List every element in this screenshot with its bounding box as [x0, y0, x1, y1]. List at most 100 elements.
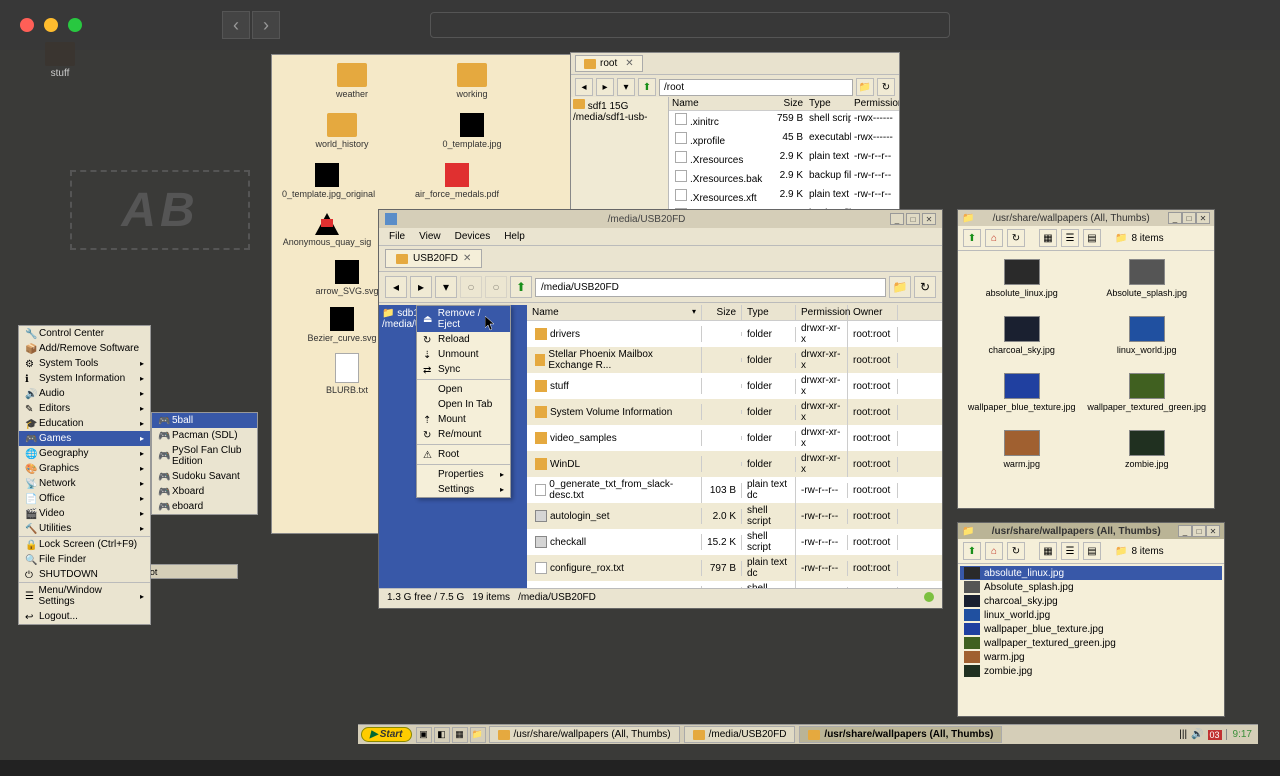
history-button[interactable]: ▾: [617, 78, 635, 96]
file-row[interactable]: .Xresources.xft2.9 Kplain text c-rw-r--r…: [669, 187, 899, 206]
go-button[interactable]: 📁: [889, 276, 911, 298]
maximize-window-button[interactable]: [68, 18, 82, 32]
folder-item[interactable]: air_force_medals.pdf: [412, 163, 502, 199]
context-item[interactable]: ↻Reload: [417, 332, 510, 347]
col-permission[interactable]: Permission: [796, 305, 848, 320]
file-row[interactable]: configure_rox.txt797 Bplain text dc-rw-r…: [527, 555, 942, 581]
context-item[interactable]: ⚠Root: [417, 447, 510, 462]
menu-item[interactable]: 🎮Games▸: [19, 431, 150, 446]
tab-usb20fd[interactable]: USB20FD ✕: [385, 249, 482, 268]
home-button[interactable]: ⌂: [985, 542, 1003, 560]
context-item[interactable]: ⇡Mount: [417, 412, 510, 427]
maximize-button[interactable]: □: [1182, 212, 1196, 224]
submenu-item[interactable]: 🎮Sudoku Savant: [152, 469, 257, 484]
taskbar-task[interactable]: /media/USB20FD: [684, 726, 796, 743]
menu-devices[interactable]: Devices: [455, 231, 491, 242]
tray-icon-volume[interactable]: 🔊: [1191, 729, 1203, 740]
list-item[interactable]: linux_world.jpg: [960, 608, 1222, 622]
title-bar[interactable]: 📁 /usr/share/wallpapers (All, Thumbs) _ …: [958, 210, 1214, 226]
context-item[interactable]: Open In Tab: [417, 397, 510, 412]
submenu-item[interactable]: 🎮Xboard: [152, 484, 257, 499]
maximize-button[interactable]: □: [1192, 525, 1206, 537]
forward-button[interactable]: ▸: [410, 276, 432, 298]
view-3-button[interactable]: ▤: [1083, 229, 1101, 247]
tab-close-icon[interactable]: ✕: [463, 253, 471, 264]
thumbnail-item[interactable]: wallpaper_textured_green.jpg: [1087, 373, 1206, 412]
col-type[interactable]: Type: [806, 97, 851, 110]
submenu-item[interactable]: 🎮eboard: [152, 499, 257, 514]
thumbnail-item[interactable]: wallpaper_blue_texture.jpg: [966, 373, 1077, 412]
menu-view[interactable]: View: [419, 231, 441, 242]
home-button[interactable]: ⌂: [985, 229, 1003, 247]
col-size[interactable]: Size: [774, 97, 806, 110]
quicklaunch-3[interactable]: ▦: [452, 727, 468, 743]
menu-item[interactable]: 🎓Education▸: [19, 416, 150, 431]
column-headers[interactable]: Name Size Type Permission: [669, 97, 899, 111]
col-permission[interactable]: Permission: [851, 97, 899, 110]
menu-item[interactable]: 📡Network▸: [19, 476, 150, 491]
quicklaunch-files[interactable]: 📁: [470, 727, 486, 743]
file-row[interactable]: checkall15.2 Kshell script-rw-r--r--root…: [527, 529, 942, 555]
view-2-button[interactable]: ☰: [1061, 542, 1079, 560]
up-button[interactable]: ⬆: [638, 78, 656, 96]
list-item[interactable]: zombie.jpg: [960, 664, 1222, 678]
menu-item[interactable]: ↩Logout...: [19, 609, 150, 624]
menu-item[interactable]: ✎Editors▸: [19, 401, 150, 416]
refresh-button[interactable]: ↻: [914, 276, 936, 298]
forward-button[interactable]: ▸: [596, 78, 614, 96]
clock[interactable]: 9:17: [1226, 729, 1252, 740]
folder-item[interactable]: world_history: [297, 113, 387, 149]
taskbar-task[interactable]: /usr/share/wallpapers (All, Thumbs): [799, 726, 1002, 743]
menu-item[interactable]: 🔊Audio▸: [19, 386, 150, 401]
menu-item[interactable]: ⚙System Tools▸: [19, 356, 150, 371]
file-row[interactable]: driversfolderdrwxr-xr-xroot:root: [527, 321, 942, 347]
refresh-button[interactable]: ↻: [877, 78, 895, 96]
context-item[interactable]: Settings▸: [417, 482, 510, 497]
menu-item[interactable]: 📦Add/Remove Software: [19, 341, 150, 356]
context-item[interactable]: ↻Re/mount: [417, 427, 510, 442]
start-button[interactable]: ▶Start: [361, 727, 412, 742]
file-row[interactable]: .xprofile45 Bexecutable-rwx------: [669, 130, 899, 149]
up-button[interactable]: ⬆: [963, 542, 981, 560]
col-size[interactable]: Size: [702, 305, 742, 320]
tab-close-icon[interactable]: ✕: [625, 58, 633, 69]
file-row[interactable]: DESKTOP_UPDATER97 Bshell script-rw-r--r-…: [527, 581, 942, 588]
file-row[interactable]: 0_generate_txt_from_slack-desc.txt103 Bp…: [527, 477, 942, 503]
context-item[interactable]: ⇣Unmount: [417, 347, 510, 362]
folder-item[interactable]: 0_template.jpg: [427, 113, 517, 149]
back-button[interactable]: ◂: [575, 78, 593, 96]
submenu-item[interactable]: 🎮5ball: [152, 413, 257, 428]
folder-item[interactable]: weather: [307, 63, 397, 99]
list-item[interactable]: wallpaper_textured_green.jpg: [960, 636, 1222, 650]
menu-help[interactable]: Help: [504, 231, 525, 242]
menu-file[interactable]: File: [389, 231, 405, 242]
menu-item[interactable]: 🔍File Finder: [19, 552, 150, 567]
maximize-button[interactable]: □: [906, 213, 920, 225]
menu-item[interactable]: 🔒Lock Screen (Ctrl+F9): [19, 537, 150, 552]
view-2-button[interactable]: ☰: [1061, 229, 1079, 247]
tab-root[interactable]: root ✕: [575, 55, 643, 72]
folder-item[interactable]: Bezier_curve.svg: [297, 307, 387, 343]
path-field[interactable]: /root: [659, 79, 853, 96]
taskbar-task[interactable]: /usr/share/wallpapers (All, Thumbs): [489, 726, 680, 743]
file-row[interactable]: video_samplesfolderdrwxr-xr-xroot:root: [527, 425, 942, 451]
quicklaunch-2[interactable]: ◧: [434, 727, 450, 743]
col-name[interactable]: Name: [669, 97, 774, 110]
menu-item[interactable]: 🌐Geography▸: [19, 446, 150, 461]
column-headers[interactable]: Name ▾ Size Type Permission Owner: [527, 305, 942, 321]
list-item[interactable]: absolute_linux.jpg: [960, 566, 1222, 580]
file-row[interactable]: autologin_set2.0 Kshell script-rw-r--r--…: [527, 503, 942, 529]
file-row[interactable]: .Xresources.bak2.9 Kbackup file-rw-r--r-…: [669, 168, 899, 187]
file-row[interactable]: Stellar Phoenix Mailbox Exchange R...fol…: [527, 347, 942, 373]
go-button[interactable]: 📁: [856, 78, 874, 96]
minimize-button[interactable]: _: [1178, 525, 1192, 537]
refresh-button[interactable]: ↻: [1007, 542, 1025, 560]
list-item[interactable]: wallpaper_blue_texture.jpg: [960, 622, 1222, 636]
thumbnail-item[interactable]: absolute_linux.jpg: [966, 259, 1077, 298]
quicklaunch-terminal[interactable]: ▣: [416, 727, 432, 743]
submenu-item[interactable]: 🎮PySol Fan Club Edition: [152, 443, 257, 469]
refresh-button[interactable]: ↻: [1007, 229, 1025, 247]
list-item[interactable]: charcoal_sky.jpg: [960, 594, 1222, 608]
file-row[interactable]: .xinitrc759 Bshell script-rwx------: [669, 111, 899, 130]
view-3-button[interactable]: ▤: [1083, 542, 1101, 560]
